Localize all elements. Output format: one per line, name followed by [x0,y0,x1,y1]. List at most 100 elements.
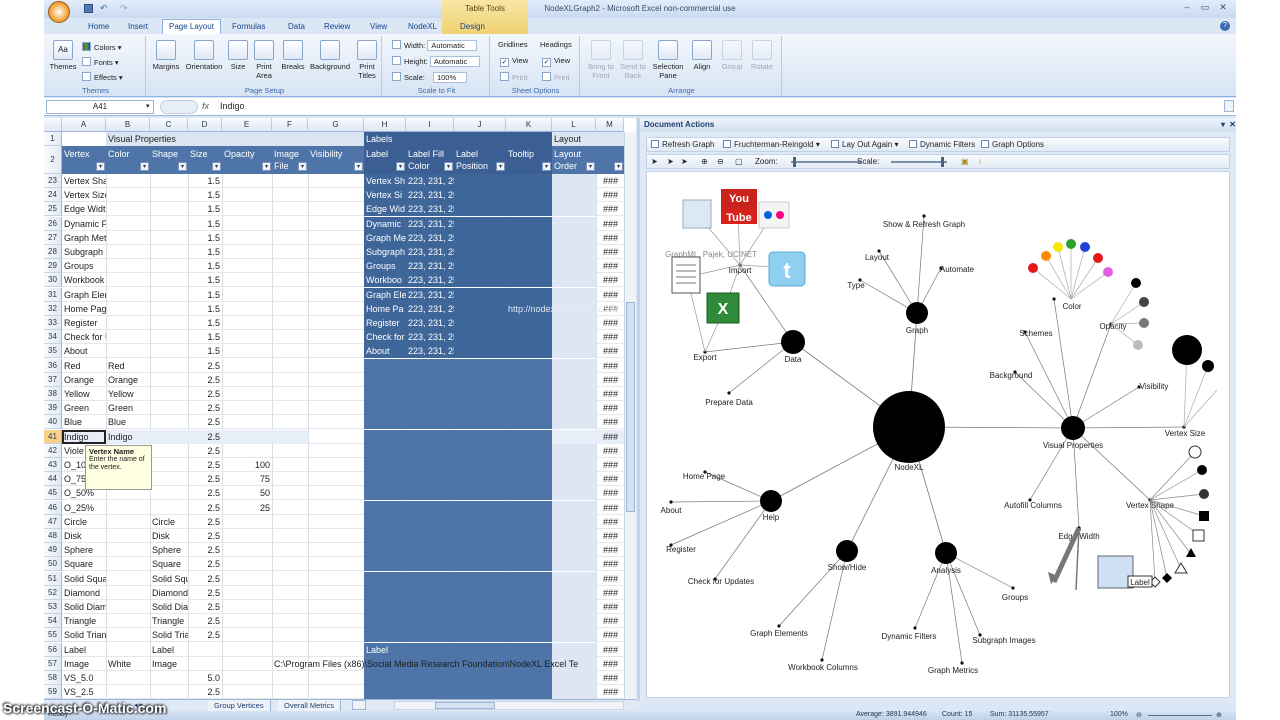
gridlines-view-checkbox[interactable]: ✓ View [500,56,528,67]
cell-c[interactable] [150,202,188,216]
cell-d[interactable]: 2.5 [188,444,222,458]
cell-i[interactable] [406,685,454,700]
cell-h[interactable] [364,443,406,458]
cell-i[interactable] [406,429,454,444]
edge-line[interactable] [1149,469,1203,501]
cell-d[interactable]: 1.5 [188,188,222,202]
vertical-scrollbar[interactable] [624,132,636,701]
cell-l[interactable] [552,529,596,543]
notepad-icon[interactable] [671,256,701,294]
filter-dropdown-icon[interactable]: ▾ [614,162,623,171]
row-header[interactable]: 34 [44,330,62,345]
cell-m[interactable]: ### [596,501,624,515]
vertex-label[interactable]: Visibility [1140,382,1169,391]
cell-f[interactable] [272,671,308,685]
vertex-label[interactable]: Show & Refresh Graph [883,220,965,229]
themes-button[interactable]: Aa Themes [48,40,78,71]
cell-d[interactable]: 2.5 [188,359,222,373]
vertex-label[interactable]: Groups [1002,593,1028,602]
column-header-l[interactable]: L [552,118,596,132]
cell-k[interactable] [506,202,552,217]
cell-b[interactable]: Yellow [106,387,150,401]
cell-f[interactable] [272,188,308,202]
cell-e[interactable] [222,600,272,614]
cell-d[interactable]: 1.5 [188,344,222,358]
vertex-label[interactable]: Type [847,281,865,290]
cell-k[interactable] [506,372,552,387]
cell-m[interactable]: ### [596,628,624,642]
column-header-k[interactable]: K [506,118,552,132]
pane-dropdown-icon[interactable]: ▾ [1221,120,1225,129]
cell-h[interactable] [364,628,406,643]
cell-f[interactable] [272,557,308,571]
cell-m[interactable]: ### [596,259,624,273]
cell-k[interactable] [506,415,552,430]
cell-j[interactable] [454,174,506,188]
cell-b[interactable] [106,316,150,330]
cell-k[interactable] [506,174,552,188]
cell-b[interactable] [106,586,150,600]
cell-m[interactable]: ### [596,657,624,671]
row-header[interactable]: 57 [44,656,62,671]
cell-c[interactable] [150,188,188,202]
leaf-vertex[interactable] [669,500,673,504]
tab-page-layout[interactable]: Page Layout [162,19,221,35]
cell-f[interactable] [272,600,308,614]
column-header-h[interactable]: H [364,118,406,132]
row-header[interactable]: 36 [44,358,62,373]
row-header[interactable]: 37 [44,372,62,387]
cell-e[interactable] [222,643,272,657]
cell-k[interactable] [506,188,552,203]
colors-button[interactable]: Colors ▾ [82,42,122,52]
cell-b[interactable]: Red [106,359,150,373]
cell-j[interactable] [454,316,506,330]
cell-m[interactable]: ### [596,401,624,415]
cell-c[interactable] [150,401,188,415]
size-vertex[interactable] [1172,335,1202,365]
hub-label-data[interactable]: Data [785,355,802,364]
cell-f[interactable] [272,288,308,302]
cell-k[interactable] [506,259,552,274]
worksheet[interactable]: A B C D E F G H I J K L M 1 Visual Properties Labels Lay… [44,118,636,701]
cell-k[interactable] [506,571,552,586]
color-vertex[interactable] [1066,239,1076,249]
cell-e[interactable] [222,572,272,586]
width-dropdown[interactable]: Automatic [427,40,478,51]
cell-b[interactable]: Green [106,401,150,415]
cell-h[interactable] [364,685,406,700]
square-vertex[interactable] [1192,529,1205,542]
lock-icon[interactable]: ▣ [961,157,969,166]
column-header-g[interactable]: G [308,118,364,132]
cell-j[interactable] [454,685,506,700]
cell-h[interactable]: Dynamic [364,216,406,231]
height-dropdown[interactable]: Automatic [429,56,480,67]
cell-h[interactable] [364,557,406,572]
row-header[interactable]: 23 [44,174,62,188]
headings-view-checkbox[interactable]: ✓ View [542,56,570,67]
cell-f[interactable] [272,429,308,444]
cell-i[interactable] [406,358,454,373]
cell-a[interactable]: Graph Elements [62,288,106,302]
row-header[interactable]: 53 [44,600,62,614]
edge-line[interactable] [670,500,772,546]
cell-k[interactable] [506,472,552,487]
cell-j[interactable] [454,628,506,643]
cell-m[interactable]: ### [596,330,624,344]
cell-a[interactable]: Solid Triangle [62,628,106,642]
row-header[interactable]: 2 [44,146,62,174]
cell-c[interactable] [150,273,188,287]
cell-i[interactable]: 223, 231, 255 [406,316,454,330]
graphml-icon[interactable] [682,199,712,229]
row-header[interactable]: 45 [44,486,62,501]
column-header-i[interactable]: I [406,118,454,132]
row-header[interactable]: 47 [44,514,62,529]
cell-d[interactable] [188,657,222,671]
orientation-button[interactable]: Orientation [182,40,226,71]
cell-e[interactable] [222,245,272,259]
row-header[interactable]: 56 [44,642,62,657]
cell-l[interactable] [552,202,596,217]
select-subtract-icon[interactable]: ➤ [681,157,688,166]
cell-a[interactable]: About [62,344,106,358]
cell-d[interactable]: 1.5 [188,330,222,344]
scale-slider[interactable] [891,157,947,167]
